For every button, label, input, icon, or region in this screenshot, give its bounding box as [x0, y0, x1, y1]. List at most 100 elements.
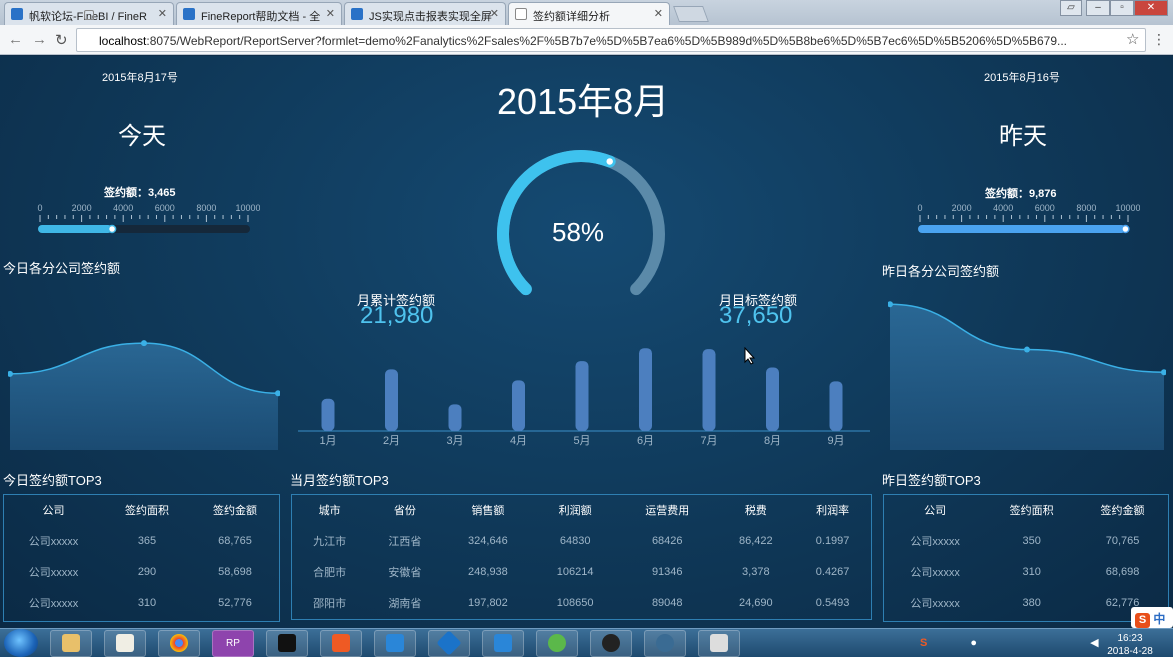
menu-icon[interactable]: ⋮ [1152, 31, 1166, 48]
close-icon[interactable]: ✕ [326, 7, 335, 20]
column-header: 公司 [924, 505, 947, 517]
finereport2-task[interactable] [482, 630, 524, 657]
tab-sign-analysis[interactable]: 签约额详细分析 ✕ [508, 2, 670, 25]
maximize-button[interactable]: ▫ [1110, 0, 1134, 16]
user-icon[interactable]: ▱ [1060, 0, 1082, 16]
scale-knob [1121, 224, 1130, 234]
scale-tick-label: 4000 [113, 203, 133, 213]
new-tab-button[interactable] [673, 6, 709, 22]
finereport-task[interactable] [374, 630, 416, 657]
bar-tick-label: 3月 [446, 435, 463, 447]
tab-label: 签约额详细分析 [533, 11, 610, 23]
month-top3-table: 城市 省份 销售额 利润额 运营费用 税费 利润率 九江市 江西省 324,646 64830 684… [291, 494, 872, 620]
table-cell: 江西省 [388, 535, 422, 548]
forward-arrow-icon[interactable]: → [32, 31, 47, 48]
table-cell: 197,802 [468, 596, 508, 609]
back-arrow-icon[interactable]: ← [8, 31, 23, 48]
chrome-icon [170, 634, 188, 653]
intellij-task[interactable] [266, 630, 308, 657]
reload-icon[interactable]: ↻ [55, 31, 68, 49]
chrome-task[interactable] [158, 630, 200, 657]
scale-tick-label: 6000 [1035, 203, 1055, 213]
column-header: 签约面积 [1009, 505, 1054, 517]
table-cell: 310 [137, 596, 157, 609]
address-bar[interactable]: localhost:8075/WebReport/ReportServer?fo… [76, 28, 1146, 52]
scale-tick-label: 2000 [952, 203, 972, 213]
system-clock[interactable]: 16:23 2018-4-28 [1100, 632, 1160, 657]
table-cell: 0.1997 [815, 534, 850, 547]
column-header: 省份 [393, 505, 416, 517]
network-task[interactable] [644, 630, 686, 657]
start-button[interactable] [4, 629, 38, 657]
tab-label: FineReport帮助文档 - 全 [201, 11, 321, 23]
column-header: 签约面积 [125, 505, 169, 517]
bar-tick-label: 7月 [700, 435, 717, 447]
explorer-task[interactable] [50, 630, 92, 657]
axure-task[interactable]: RP [212, 630, 254, 657]
bar-7月 [702, 349, 716, 431]
table-cell: 公司xxxxx [28, 535, 79, 548]
yesterday-company-area-chart [888, 301, 1166, 450]
table-cell: 安徽省 [388, 566, 422, 579]
bar-tick-label: 2月 [383, 435, 400, 447]
table-row[interactable]: 公司xxxxx 350 70,765 [884, 525, 1168, 556]
tab-help-doc[interactable]: FineReport帮助文档 - 全 ✕ [176, 2, 342, 25]
url-path: :8075/WebReport/ReportServer?formlet=dem… [146, 34, 1068, 48]
today-date: 2015年8月17号 [102, 72, 178, 84]
bookmark-star-icon[interactable]: ☆ [1126, 30, 1139, 48]
cmd-task[interactable] [698, 630, 740, 657]
clock-date: 2018-4-28 [1107, 646, 1153, 657]
qq-task[interactable] [590, 630, 632, 657]
bar-3月 [448, 404, 462, 431]
ime-indicator[interactable]: S 中 [1131, 607, 1173, 628]
bar-4月 [512, 380, 525, 431]
monthly-bar-chart: 1月 2月 3月 4月 5月 6月 7月 8月 9月 [298, 348, 870, 447]
table-cell: 0.5493 [815, 596, 850, 609]
table-row[interactable]: 九江市 江西省 324,646 64830 68426 86,422 0.1997 [292, 525, 871, 556]
table-row[interactable]: 公司xxxxx 310 68,698 [884, 556, 1168, 587]
bar-tick-label: 4月 [510, 435, 527, 447]
tray-icon[interactable]: ● [970, 637, 977, 649]
bar-tick-label: 5月 [573, 435, 590, 447]
today-label: 今天 [118, 123, 166, 150]
yesterday-company-title: 昨日各分公司签约额 [882, 264, 1000, 279]
page-info-icon[interactable] [84, 10, 94, 20]
table-row[interactable]: 合肥市 安徽省 248,938 106214 91346 3,378 0.4267 [292, 556, 871, 587]
wechat-task[interactable] [536, 630, 578, 657]
bar-1月 [321, 398, 335, 431]
month-top3-title: 当月签约额TOP3 [290, 473, 389, 488]
today-sign-amount: 签约额：3,465 [104, 187, 176, 199]
close-icon[interactable]: ✕ [490, 7, 499, 20]
finebi-icon [436, 630, 462, 657]
close-icon[interactable]: ✕ [158, 7, 167, 20]
volume-icon[interactable]: ◀ [1090, 637, 1098, 649]
table-cell: 310 [1022, 565, 1041, 578]
yesterday-top3-table: 公司 签约面积 签约金额 公司xxxxx 350 70,765 公司xxxxx 310 68,6… [883, 494, 1169, 622]
table-row[interactable]: 公司xxxxx 310 52,776 [4, 587, 279, 618]
gauge-knob [604, 156, 615, 167]
scale-tick-label: 8000 [196, 203, 216, 213]
table-cell: 0.4267 [815, 565, 850, 578]
tab-js-fullscreen[interactable]: JS实现点击报表实现全屏 ✕ [344, 2, 506, 25]
sogou-task[interactable] [320, 630, 362, 657]
window-close-button[interactable]: ✕ [1134, 0, 1168, 16]
table-row[interactable]: 公司xxxxx 365 68,765 [4, 525, 279, 556]
bar-tick-label: 6月 [637, 435, 654, 447]
table-cell: 68,698 [1105, 565, 1140, 578]
table-cell: 324,646 [468, 534, 508, 547]
sogou-icon: S [1135, 613, 1150, 628]
table-cell: 64830 [559, 534, 591, 547]
table-cell: 52,776 [218, 596, 252, 609]
close-icon[interactable]: ✕ [654, 7, 663, 20]
notepad-task[interactable] [104, 630, 146, 657]
clock-time: 16:23 [1117, 633, 1143, 644]
finebi-task[interactable] [428, 630, 470, 657]
table-row[interactable]: 公司xxxxx 290 58,698 [4, 556, 279, 587]
sogou-tray-icon[interactable]: S [920, 637, 927, 649]
table-row[interactable]: 公司xxxxx 380 62,776 [884, 587, 1168, 618]
table-row[interactable]: 邵阳市 湖南省 197,802 108650 89048 24,690 0.5493 [292, 587, 871, 618]
minimize-button[interactable]: – [1086, 0, 1110, 16]
axure-rp-label: RP [226, 638, 240, 649]
table-cell: 公司xxxxx [28, 566, 79, 579]
yesterday-sign-amount: 签约额：9,876 [985, 188, 1057, 200]
